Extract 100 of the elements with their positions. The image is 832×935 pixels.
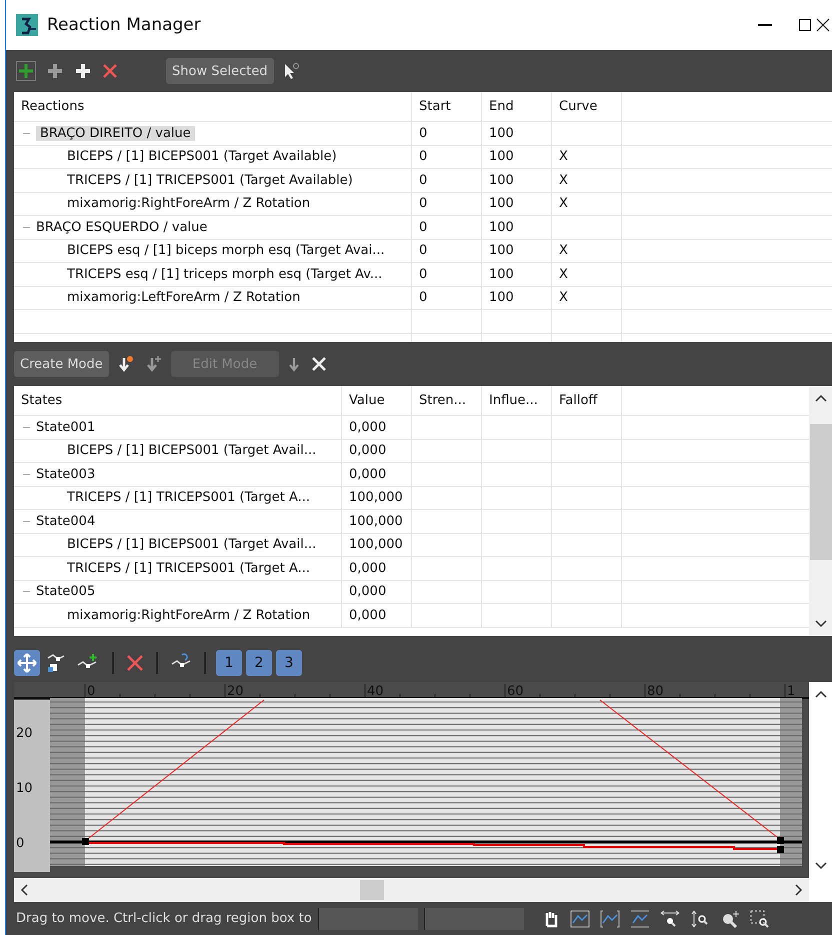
show-selected-button[interactable]: Show Selected [166, 58, 274, 84]
tree-item[interactable]: TRICEPS / [1] TRICEPS001 (Target A... [67, 560, 310, 576]
maximize-button[interactable] [796, 16, 814, 34]
table-cell: 0 [419, 243, 428, 258]
scroll-up-icon[interactable] [814, 690, 826, 698]
close-button[interactable] [814, 16, 832, 34]
tree-item[interactable]: BRAÇO ESQUERDO / value [36, 220, 208, 235]
create-mode-button[interactable]: Create Mode [14, 351, 109, 377]
table-cell: 100 [489, 172, 514, 188]
table-cell: 0,000 [349, 608, 386, 623]
tree-line [23, 474, 30, 475]
table-cell: 0,000 [349, 560, 386, 576]
tree-line [23, 426, 30, 428]
table-cell: X [559, 266, 568, 282]
table-cell: 100 [489, 149, 514, 164]
window-title: Reaction Manager [47, 15, 202, 35]
table-cell: 0 [419, 126, 428, 141]
table-cell: X [559, 149, 568, 164]
tree-item[interactable]: TRICEPS / [1] TRICEPS001 (Target Available) [67, 172, 353, 188]
ruler-label: 60 [507, 684, 524, 699]
tree-item[interactable]: mixamorig:RightForeArm / Z Rotation [67, 608, 310, 623]
table-cell: 0 [419, 220, 428, 235]
tree-item[interactable]: BICEPS / [1] BICEPS001 (Target Available) [67, 149, 337, 164]
table-cell: 0,000 [349, 420, 386, 435]
table-cell: X [559, 172, 568, 188]
time-ruler[interactable] [14, 682, 809, 699]
column-header: End [482, 92, 552, 121]
table-cell: 0,000 [349, 584, 386, 600]
status-text: Drag to move. Ctrl-click or drag region box to [16, 911, 312, 926]
tree-item[interactable]: TRICEPS esq / [1] triceps morph esq (Target Av... [67, 266, 382, 282]
tree-item[interactable]: BRAÇO DIREITO / value [36, 126, 195, 141]
table-cell: 100 [489, 266, 514, 282]
ruler-label: 80 [647, 684, 664, 699]
axis-label: 10 [16, 781, 33, 796]
frame-curve-icon[interactable] [598, 908, 622, 930]
scrollbar-thumb[interactable] [360, 880, 384, 900]
axis-label: 20 [16, 726, 33, 741]
scroll-up-icon[interactable] [815, 394, 827, 402]
table-cell: 0 [419, 172, 428, 188]
table-cell: 0 [419, 196, 428, 212]
curve-line[interactable] [89, 842, 777, 850]
table-cell: 0,000 [349, 466, 386, 482]
table-cell: 0,000 [349, 443, 386, 458]
input-field[interactable] [318, 908, 418, 930]
tree-line [23, 132, 30, 134]
tree-item[interactable]: TRICEPS / [1] TRICEPS001 (Target A... [67, 490, 310, 506]
tree-item[interactable]: State005 [36, 584, 96, 600]
scroll-left-icon[interactable] [20, 884, 28, 896]
column-header: Value [342, 386, 412, 415]
column-header: Curve [552, 92, 622, 121]
ruler-label: 0 [87, 684, 96, 699]
column-header: Stren... [412, 386, 482, 415]
layer-button[interactable]: 1 [216, 650, 242, 676]
add-icon[interactable] [14, 59, 38, 83]
tree-item[interactable]: BICEPS esq / [1] biceps morph esq (Target Avai... [67, 243, 385, 258]
ruler-label: 40 [367, 684, 384, 699]
table-cell: 0 [419, 290, 428, 306]
move-keys-icon[interactable] [14, 650, 40, 676]
layer-button[interactable]: 3 [276, 650, 302, 676]
keyframe-marker[interactable] [82, 838, 89, 845]
layer-button[interactable]: 2 [246, 650, 272, 676]
tree-item[interactable]: mixamorig:LeftForeArm / Z Rotation [67, 290, 300, 306]
tree-line [23, 591, 30, 592]
graph-grid[interactable] [50, 698, 802, 866]
table-cell: 100,000 [349, 490, 403, 506]
table-cell: 100 [489, 196, 514, 212]
table-cell: 0 [419, 149, 428, 164]
scroll-down-icon[interactable] [814, 862, 826, 870]
tree-item[interactable]: mixamorig:RightForeArm / Z Rotation [67, 196, 310, 212]
tree-item[interactable]: State001 [36, 420, 96, 435]
tree-item[interactable]: BICEPS / [1] BICEPS001 (Target Avail... [67, 443, 316, 458]
table-cell: 100 [489, 126, 514, 141]
keyframe-marker[interactable] [777, 837, 784, 844]
table-cell: 0 [419, 266, 428, 282]
ruler-label: 20 [227, 684, 244, 699]
column-header: States [14, 386, 342, 415]
tree-line [23, 520, 30, 522]
scrollbar-thumb[interactable] [810, 424, 832, 560]
axis-label: 0 [16, 836, 24, 851]
tree-item[interactable]: BICEPS / [1] BICEPS001 (Target Avail... [67, 537, 316, 552]
table-cell: X [559, 196, 568, 212]
tree-item[interactable]: State003 [36, 466, 96, 482]
column-header: Falloff [552, 386, 622, 415]
app-icon [16, 14, 38, 36]
input-field[interactable] [424, 908, 524, 930]
table-cell: 100,000 [349, 537, 403, 552]
frame-curve-icon[interactable] [568, 908, 592, 930]
column-header: Start [412, 92, 482, 121]
tree-item[interactable]: State004 [36, 514, 96, 529]
table-cell: X [559, 290, 568, 306]
tree-line [23, 226, 30, 228]
table-cell: 100,000 [349, 514, 403, 529]
column-header: Reactions [14, 92, 412, 121]
column-header: Influe... [482, 386, 552, 415]
scroll-down-icon[interactable] [815, 620, 827, 628]
ruler-label: 1 [787, 684, 796, 699]
table-cell: X [559, 243, 568, 258]
keyframe-marker[interactable] [777, 846, 784, 853]
scroll-right-icon[interactable] [795, 884, 803, 896]
table-cell: 100 [489, 243, 514, 258]
